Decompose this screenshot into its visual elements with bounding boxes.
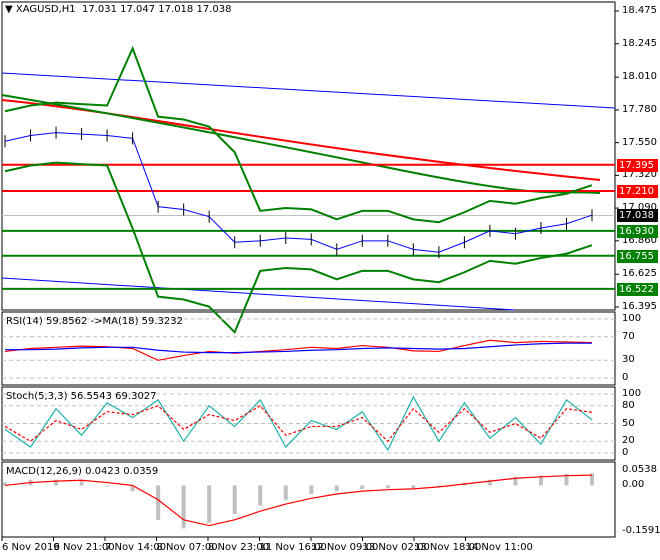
price-tick-label: 18.475 xyxy=(622,5,657,16)
rsi-title: RSI(14) 59.8562 ->MA(18) 59.3232 xyxy=(6,316,183,327)
macd-bar-16 xyxy=(411,485,416,489)
symbol-label: XAGUSD,H1 xyxy=(15,4,76,15)
moving-average-red xyxy=(1,99,601,181)
macd-bar-4 xyxy=(105,485,110,487)
price-tick-label: 16.395 xyxy=(622,301,657,312)
chart-title: ▼ XAGUSD,H1 17.031 17.047 17.018 17.038 xyxy=(5,4,231,15)
level-tag-17.395: 17.395 xyxy=(617,158,658,172)
scale-label: 0 xyxy=(622,447,629,458)
price-tick-label: 17.780 xyxy=(622,103,657,115)
macd-scale-label: 0.0538 xyxy=(622,464,657,475)
macd-bar-14 xyxy=(360,485,365,489)
price-tick-label: 18.245 xyxy=(622,37,657,49)
macd-scale-label: 0.00 xyxy=(622,479,645,491)
panel-frame-0 xyxy=(1,1,616,311)
scale-label: 30 xyxy=(622,354,635,366)
macd-bar-10 xyxy=(258,485,263,506)
macd-title: MACD(12,26,9) 0.0423 0.0359 xyxy=(6,466,159,477)
time-tick-label: 6 Nov 2019 xyxy=(2,542,60,553)
scale-label: 50 xyxy=(622,417,635,429)
scale-label: 0 xyxy=(622,372,629,383)
macd-scale-label: -0.1591 xyxy=(622,525,660,536)
macd-bar-9 xyxy=(232,485,237,515)
scale-label: 100 xyxy=(622,388,642,399)
scale-label: 100 xyxy=(622,313,642,324)
current-price-tag: 17.038 xyxy=(617,209,658,223)
scale-label: 80 xyxy=(622,399,635,411)
level-tag-17.210: 17.210 xyxy=(617,185,658,199)
macd-bar-12 xyxy=(309,485,314,495)
moving-average-green xyxy=(1,94,601,194)
macd-bar-8 xyxy=(207,485,212,523)
price-tick-label: 17.550 xyxy=(622,136,657,148)
time-tick-label: 14 Nov 11:00 xyxy=(465,542,533,553)
macd-signal-line xyxy=(4,474,593,527)
macd-bar-3 xyxy=(79,481,84,486)
macd-bar-13 xyxy=(334,485,339,492)
level-tag-16.930: 16.930 xyxy=(617,224,658,238)
ohlc-label: 17.031 17.047 17.018 17.038 xyxy=(81,4,232,15)
dropdown-arrow-icon[interactable]: ▼ xyxy=(5,4,13,15)
price-tick-label: 16.625 xyxy=(622,268,657,280)
level-tag-16.522: 16.522 xyxy=(617,282,658,296)
macd-bar-7 xyxy=(181,485,186,529)
price-tick-label: 18.010 xyxy=(622,71,657,83)
channel-line-upper xyxy=(1,72,616,109)
level-tag-16.755: 16.755 xyxy=(617,249,658,263)
stoch-title: Stoch(5,3,3) 56.5543 69.3027 xyxy=(6,391,157,402)
macd-bar-6 xyxy=(156,485,161,520)
macd-bar-15 xyxy=(385,485,390,489)
scale-label: 20 xyxy=(622,435,635,447)
macd-bar-11 xyxy=(283,485,288,500)
bollinger-upper xyxy=(4,45,593,224)
scale-label: 70 xyxy=(622,330,635,342)
